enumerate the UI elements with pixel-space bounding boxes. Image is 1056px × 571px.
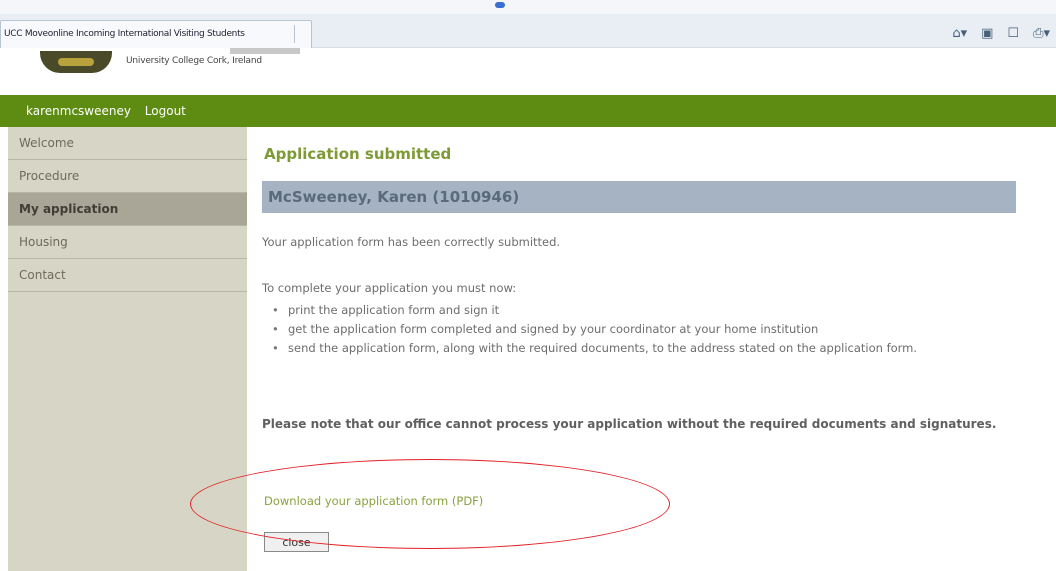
sidebar-item-housing[interactable]: Housing <box>8 226 247 259</box>
steps-list: print the application form and sign it g… <box>272 301 992 358</box>
university-name: University College Cork, Ireland <box>126 56 262 66</box>
header-faint-text <box>230 48 300 54</box>
confirmation-text: Your application form has been correctly… <box>262 235 561 249</box>
mail-icon[interactable]: ☐ <box>1007 26 1019 41</box>
browser-top-strip <box>0 0 1056 14</box>
crest-band <box>58 58 94 66</box>
browser-toolbar: ⌂▾ ▣ ☐ ⎙▾ <box>952 24 1050 42</box>
main-content: Application submitted McSweeney, Karen (… <box>262 127 1022 571</box>
close-button[interactable]: close <box>264 532 329 552</box>
site-header: University College Cork, Ireland <box>0 48 1056 95</box>
sidebar-item-welcome[interactable]: Welcome <box>8 127 247 160</box>
home-icon[interactable]: ⌂▾ <box>952 26 967 41</box>
browser-tab-title: UCC Moveonline Incoming International Vi… <box>4 29 245 39</box>
instructions-intro: To complete your application you must no… <box>262 281 517 295</box>
page-title: Application submitted <box>264 145 452 163</box>
sidebar-item-contact[interactable]: Contact <box>8 259 247 292</box>
applicant-bar: McSweeney, Karen (1010946) <box>262 181 1016 213</box>
sidebar: Welcome Procedure My application Housing… <box>8 127 247 571</box>
download-application-link[interactable]: Download your application form (PDF) <box>264 494 483 508</box>
print-icon[interactable]: ⎙▾ <box>1033 26 1050 41</box>
list-item: print the application form and sign it <box>272 301 992 320</box>
list-item: get the application form completed and s… <box>272 320 992 339</box>
sidebar-item-my-application[interactable]: My application <box>8 193 247 226</box>
important-note: Please note that our office cannot proce… <box>262 417 997 431</box>
browser-tab-bar: UCC Moveonline Incoming International Vi… <box>0 14 1056 48</box>
sidebar-edge <box>0 127 8 571</box>
username: karenmcsweeney <box>26 104 131 118</box>
applicant-name: McSweeney, Karen (1010946) <box>268 188 520 206</box>
list-item: send the application form, along with th… <box>272 339 992 358</box>
sidebar-item-procedure[interactable]: Procedure <box>8 160 247 193</box>
browser-tab[interactable]: UCC Moveonline Incoming International Vi… <box>0 20 312 48</box>
tab-divider <box>294 25 295 43</box>
feeds-icon[interactable]: ▣ <box>981 26 993 41</box>
user-bar: karenmcsweeney Logout <box>0 95 1056 127</box>
logout-link[interactable]: Logout <box>145 104 186 118</box>
